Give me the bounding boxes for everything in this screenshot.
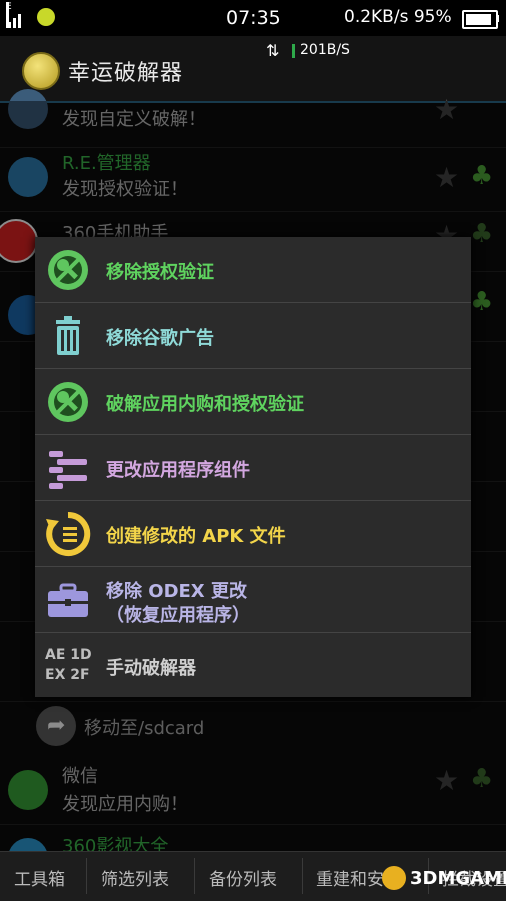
title-bar: 幸运破解器 ⇅ 201B/S	[0, 36, 506, 103]
tab-divider	[302, 858, 303, 894]
no-license-icon	[48, 382, 88, 422]
menu-item-label: 手动破解器	[106, 658, 196, 679]
menu-item-crack-iap-license[interactable]: 破解应用内购和授权验证	[35, 369, 471, 435]
transfer-arrows-icon: ⇅	[266, 41, 280, 60]
toolbox-icon	[48, 583, 88, 617]
trash-icon	[56, 316, 80, 355]
net-bar	[292, 44, 295, 58]
watermark: 3DMGAME	[410, 868, 506, 889]
tab-filter-list[interactable]: 筛选列表	[101, 865, 169, 890]
tab-backup-list[interactable]: 备份列表	[209, 865, 277, 890]
menu-item-create-apk[interactable]: 创建修改的 APK 文件	[35, 501, 471, 567]
status-bar: E 07:35 0.2KB/s 95%	[0, 0, 506, 36]
menu-item-change-components[interactable]: 更改应用程序组件	[35, 435, 471, 501]
app-title: 幸运破解器	[68, 61, 184, 86]
hex-icon-line: AE 1D	[45, 647, 92, 663]
app-logo-icon	[22, 52, 60, 90]
menu-item-sublabel: （恢复应用程序）	[106, 605, 250, 626]
menu-item-label: 移除谷歌广告	[106, 328, 214, 349]
battery-tip	[496, 15, 499, 22]
no-license-icon	[48, 250, 88, 290]
watermark-logo-icon	[382, 866, 406, 890]
components-icon	[49, 451, 87, 489]
tab-divider	[86, 858, 87, 894]
status-speed-battery: 0.2KB/s 95%	[344, 7, 452, 27]
menu-item-manual-patcher[interactable]: AE 1D EX 2F 手动破解器	[35, 633, 471, 698]
signal-icon: E	[6, 2, 24, 28]
hex-icon: AE 1D EX 2F	[45, 645, 92, 685]
context-menu: 移除授权验证 移除谷歌广告 破解应用内购和授权验证 更改应用程序组件 创建修改的…	[35, 237, 471, 697]
menu-item-label: 移除授权验证	[106, 262, 214, 283]
menu-item-label: 更改应用程序组件	[106, 460, 250, 481]
battery-icon	[462, 10, 498, 29]
hex-icon-line: EX 2F	[45, 667, 90, 683]
clock: 07:35	[226, 7, 281, 29]
rebuild-icon	[46, 511, 91, 556]
menu-item-label: 移除 ODEX 更改	[106, 581, 247, 602]
menu-item-remove-license[interactable]: 移除授权验证	[35, 237, 471, 303]
net-speed: 201B/S	[300, 42, 350, 58]
menu-item-remove-odex[interactable]: 移除 ODEX 更改 （恢复应用程序）	[35, 567, 471, 633]
tab-divider	[194, 858, 195, 894]
menu-item-label: 破解应用内购和授权验证	[106, 394, 304, 415]
notification-icon	[37, 8, 55, 26]
tab-toolbox[interactable]: 工具箱	[14, 865, 65, 890]
menu-item-remove-ads[interactable]: 移除谷歌广告	[35, 303, 471, 369]
menu-item-label: 创建修改的 APK 文件	[106, 526, 286, 547]
